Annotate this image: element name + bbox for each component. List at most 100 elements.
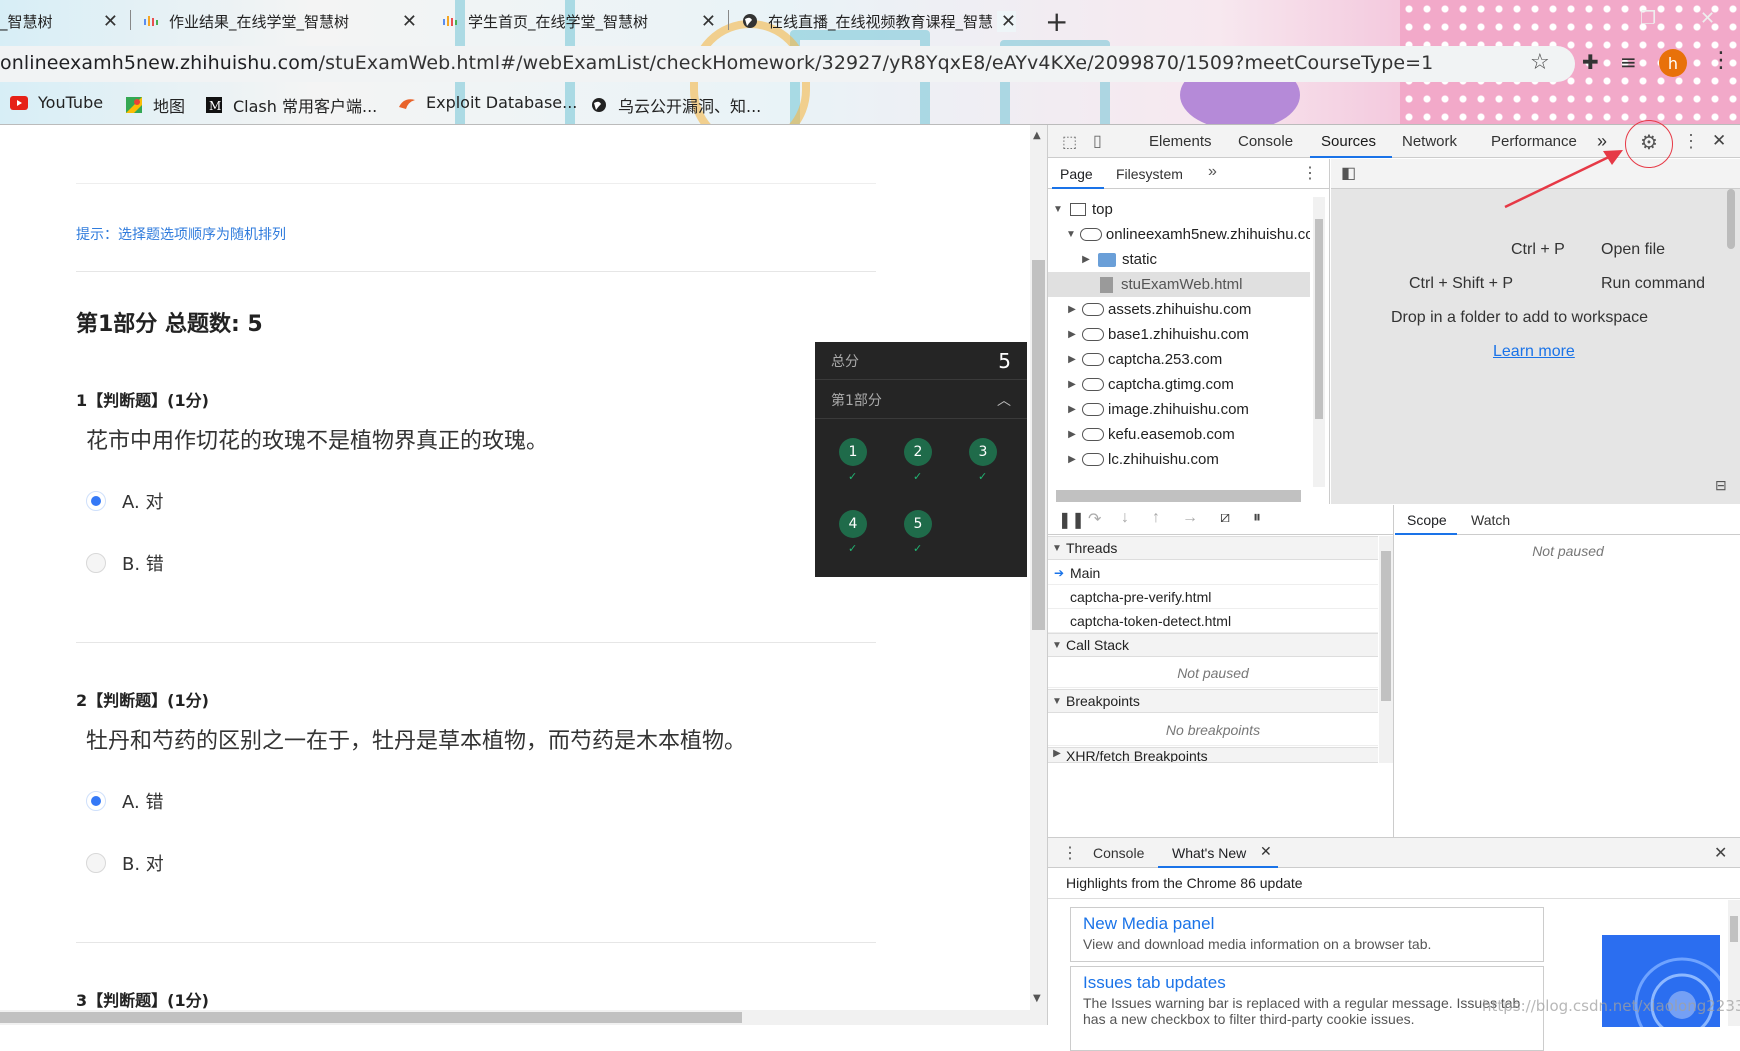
- bookmark-star-icon[interactable]: ☆: [1530, 50, 1550, 75]
- pause-on-exceptions-icon[interactable]: ⏸: [1253, 509, 1261, 527]
- drawer-scroll-thumb[interactable]: [1730, 916, 1738, 942]
- browser-tab[interactable]: 作业结果_在线学堂_智慧树 ✕: [143, 2, 417, 40]
- step-into-icon[interactable]: ↓: [1121, 509, 1129, 527]
- thread-row[interactable]: captcha-pre-verify.html: [1048, 585, 1378, 609]
- debugger-scroll-thumb[interactable]: [1381, 551, 1391, 701]
- page-scroll-thumb[interactable]: [1032, 260, 1045, 630]
- close-icon[interactable]: ✕: [402, 11, 417, 32]
- restore-window-icon[interactable]: ❐: [1640, 8, 1656, 29]
- tree-item-domain[interactable]: ▶ captcha.gtimg.com: [1048, 372, 1310, 397]
- new-tab-button[interactable]: +: [1045, 5, 1068, 38]
- browser-menu-icon[interactable]: ⋮: [1710, 48, 1732, 73]
- question-number-1[interactable]: 1: [839, 438, 867, 466]
- tab-filesystem[interactable]: Filesystem: [1116, 166, 1183, 182]
- bookmark-youtube[interactable]: YouTube: [10, 93, 103, 112]
- pause-icon[interactable]: ❚❚: [1058, 510, 1085, 530]
- url-path: /stuExamWeb.html#/webExamList/checkHomew…: [318, 52, 1434, 74]
- tab-watch[interactable]: Watch: [1471, 512, 1510, 528]
- page-hscroll-thumb[interactable]: [0, 1012, 742, 1023]
- tree-item-domain[interactable]: ▼ onlineexamh5new.zhihuishu.com: [1048, 222, 1310, 247]
- question-number-5[interactable]: 5: [904, 510, 932, 538]
- navigator-menu-icon[interactable]: ⋮: [1302, 163, 1318, 183]
- browser-tab[interactable]: 在线直播_在线视频教育课程_智慧 ✕: [742, 2, 1016, 40]
- profile-avatar[interactable]: h: [1659, 49, 1687, 77]
- browser-tab[interactable]: 学生首页_在线学堂_智慧树 ✕: [442, 2, 716, 40]
- radio-unselected[interactable]: [86, 553, 106, 573]
- chevron-up-icon[interactable]: ︿: [997, 390, 1011, 410]
- radio-selected[interactable]: [86, 791, 106, 811]
- radio-selected[interactable]: [86, 491, 106, 511]
- tree-item-domain[interactable]: ▶ base1.zhihuishu.com: [1048, 322, 1310, 347]
- device-toolbar-icon[interactable]: ▯: [1093, 131, 1102, 151]
- drawer-menu-icon[interactable]: ⋮: [1062, 843, 1078, 863]
- tree-label: top: [1092, 201, 1113, 218]
- bookmark-maps[interactable]: 地图: [125, 93, 185, 117]
- option-a[interactable]: A. 错: [86, 788, 163, 814]
- bookmark-wooyun[interactable]: 乌云公开漏洞、知...: [590, 93, 761, 117]
- url-text[interactable]: onlineexamh5new.zhihuishu.com/stuExamWeb…: [0, 52, 1433, 74]
- editor-scroll-thumb[interactable]: [1727, 189, 1735, 249]
- tree-item-domain[interactable]: ▶ lc.zhihuishu.com: [1048, 447, 1310, 472]
- tab-elements[interactable]: Elements: [1149, 133, 1212, 150]
- toggle-debugger-icon[interactable]: ⊟: [1715, 477, 1727, 494]
- whats-new-item[interactable]: Issues tab updates The Issues warning ba…: [1070, 966, 1544, 1051]
- devtools-menu-icon[interactable]: ⋮: [1682, 131, 1700, 152]
- close-drawer-icon[interactable]: ✕: [1714, 843, 1727, 863]
- navigator-scroll-thumb[interactable]: [1315, 219, 1323, 419]
- call-stack-section-header[interactable]: ▼ Call Stack: [1048, 633, 1378, 657]
- tree-item-domain[interactable]: ▶ captcha.253.com: [1048, 347, 1310, 372]
- question-number-2[interactable]: 2: [904, 438, 932, 466]
- item-title[interactable]: Issues tab updates: [1083, 973, 1531, 993]
- radio-unselected[interactable]: [86, 853, 106, 873]
- thread-row[interactable]: ➔ Main: [1048, 561, 1378, 585]
- navigator-hscroll-thumb[interactable]: [1056, 490, 1301, 502]
- tree-item-domain[interactable]: ▶ image.zhihuishu.com: [1048, 397, 1310, 422]
- tree-item-folder[interactable]: ▶ static: [1048, 247, 1310, 272]
- option-b[interactable]: B. 错: [86, 550, 164, 576]
- question-number-4[interactable]: 4: [839, 510, 867, 538]
- scroll-down-arrow-icon[interactable]: ▼: [1033, 993, 1041, 1004]
- tree-item-file[interactable]: stuExamWeb.html: [1048, 272, 1310, 297]
- scroll-up-arrow-icon[interactable]: ▲: [1033, 130, 1041, 141]
- step-out-icon[interactable]: ↑: [1152, 509, 1160, 527]
- close-icon[interactable]: ✕: [996, 10, 1016, 32]
- threads-section-header[interactable]: ▼ Threads: [1048, 536, 1378, 560]
- tab-page[interactable]: Page: [1060, 166, 1093, 182]
- learn-more-link[interactable]: Learn more: [1493, 343, 1575, 361]
- close-tab-icon[interactable]: ✕: [1260, 843, 1272, 860]
- tree-label: image.zhihuishu.com: [1108, 401, 1249, 418]
- item-title[interactable]: New Media panel: [1083, 914, 1531, 934]
- tree-item-top[interactable]: ▼ top: [1048, 197, 1310, 222]
- browser-tab[interactable]: _智慧树 ✕: [0, 2, 118, 40]
- toggle-navigator-icon[interactable]: ◧: [1341, 163, 1356, 183]
- question-number-3[interactable]: 3: [969, 438, 997, 466]
- more-tabs-icon[interactable]: »: [1208, 163, 1217, 181]
- tab-console[interactable]: Console: [1238, 133, 1293, 150]
- step-over-icon[interactable]: ↷: [1088, 509, 1101, 529]
- tab-network[interactable]: Network: [1402, 133, 1457, 150]
- tab-scope[interactable]: Scope: [1407, 512, 1447, 528]
- close-window-icon[interactable]: ✕: [1700, 8, 1715, 29]
- drawer-tab-console[interactable]: Console: [1093, 845, 1144, 861]
- thread-row[interactable]: captcha-token-detect.html: [1048, 609, 1378, 633]
- deactivate-breakpoints-icon[interactable]: ⧄: [1220, 509, 1230, 527]
- option-a[interactable]: A. 对: [86, 488, 163, 514]
- part-row[interactable]: 第1部分 ︿: [815, 381, 1027, 419]
- close-icon[interactable]: ✕: [701, 11, 716, 32]
- close-devtools-icon[interactable]: ✕: [1712, 131, 1726, 151]
- extensions-puzzle-icon[interactable]: ✚: [1582, 50, 1599, 74]
- bookmark-clash[interactable]: M Clash 常用客户端...: [205, 93, 377, 117]
- tab-sources[interactable]: Sources: [1321, 133, 1376, 150]
- close-icon[interactable]: ✕: [103, 11, 118, 32]
- whats-new-item[interactable]: New Media panel View and download media …: [1070, 907, 1544, 962]
- media-queue-icon[interactable]: ≡: [1620, 50, 1637, 74]
- tree-item-domain[interactable]: ▶ kefu.easemob.com: [1048, 422, 1310, 447]
- breakpoints-section-header[interactable]: ▼ Breakpoints: [1048, 689, 1378, 713]
- bookmark-exploit-db[interactable]: Exploit Database...: [398, 93, 577, 112]
- step-icon[interactable]: →: [1182, 509, 1198, 527]
- tree-item-domain[interactable]: ▶ assets.zhihuishu.com: [1048, 297, 1310, 322]
- xhr-breakpoints-section-header[interactable]: ▶ XHR/fetch Breakpoints: [1048, 747, 1378, 763]
- inspect-element-icon[interactable]: ⬚: [1062, 132, 1077, 152]
- drawer-tab-whats-new[interactable]: What's New: [1172, 845, 1246, 861]
- option-b[interactable]: B. 对: [86, 850, 164, 876]
